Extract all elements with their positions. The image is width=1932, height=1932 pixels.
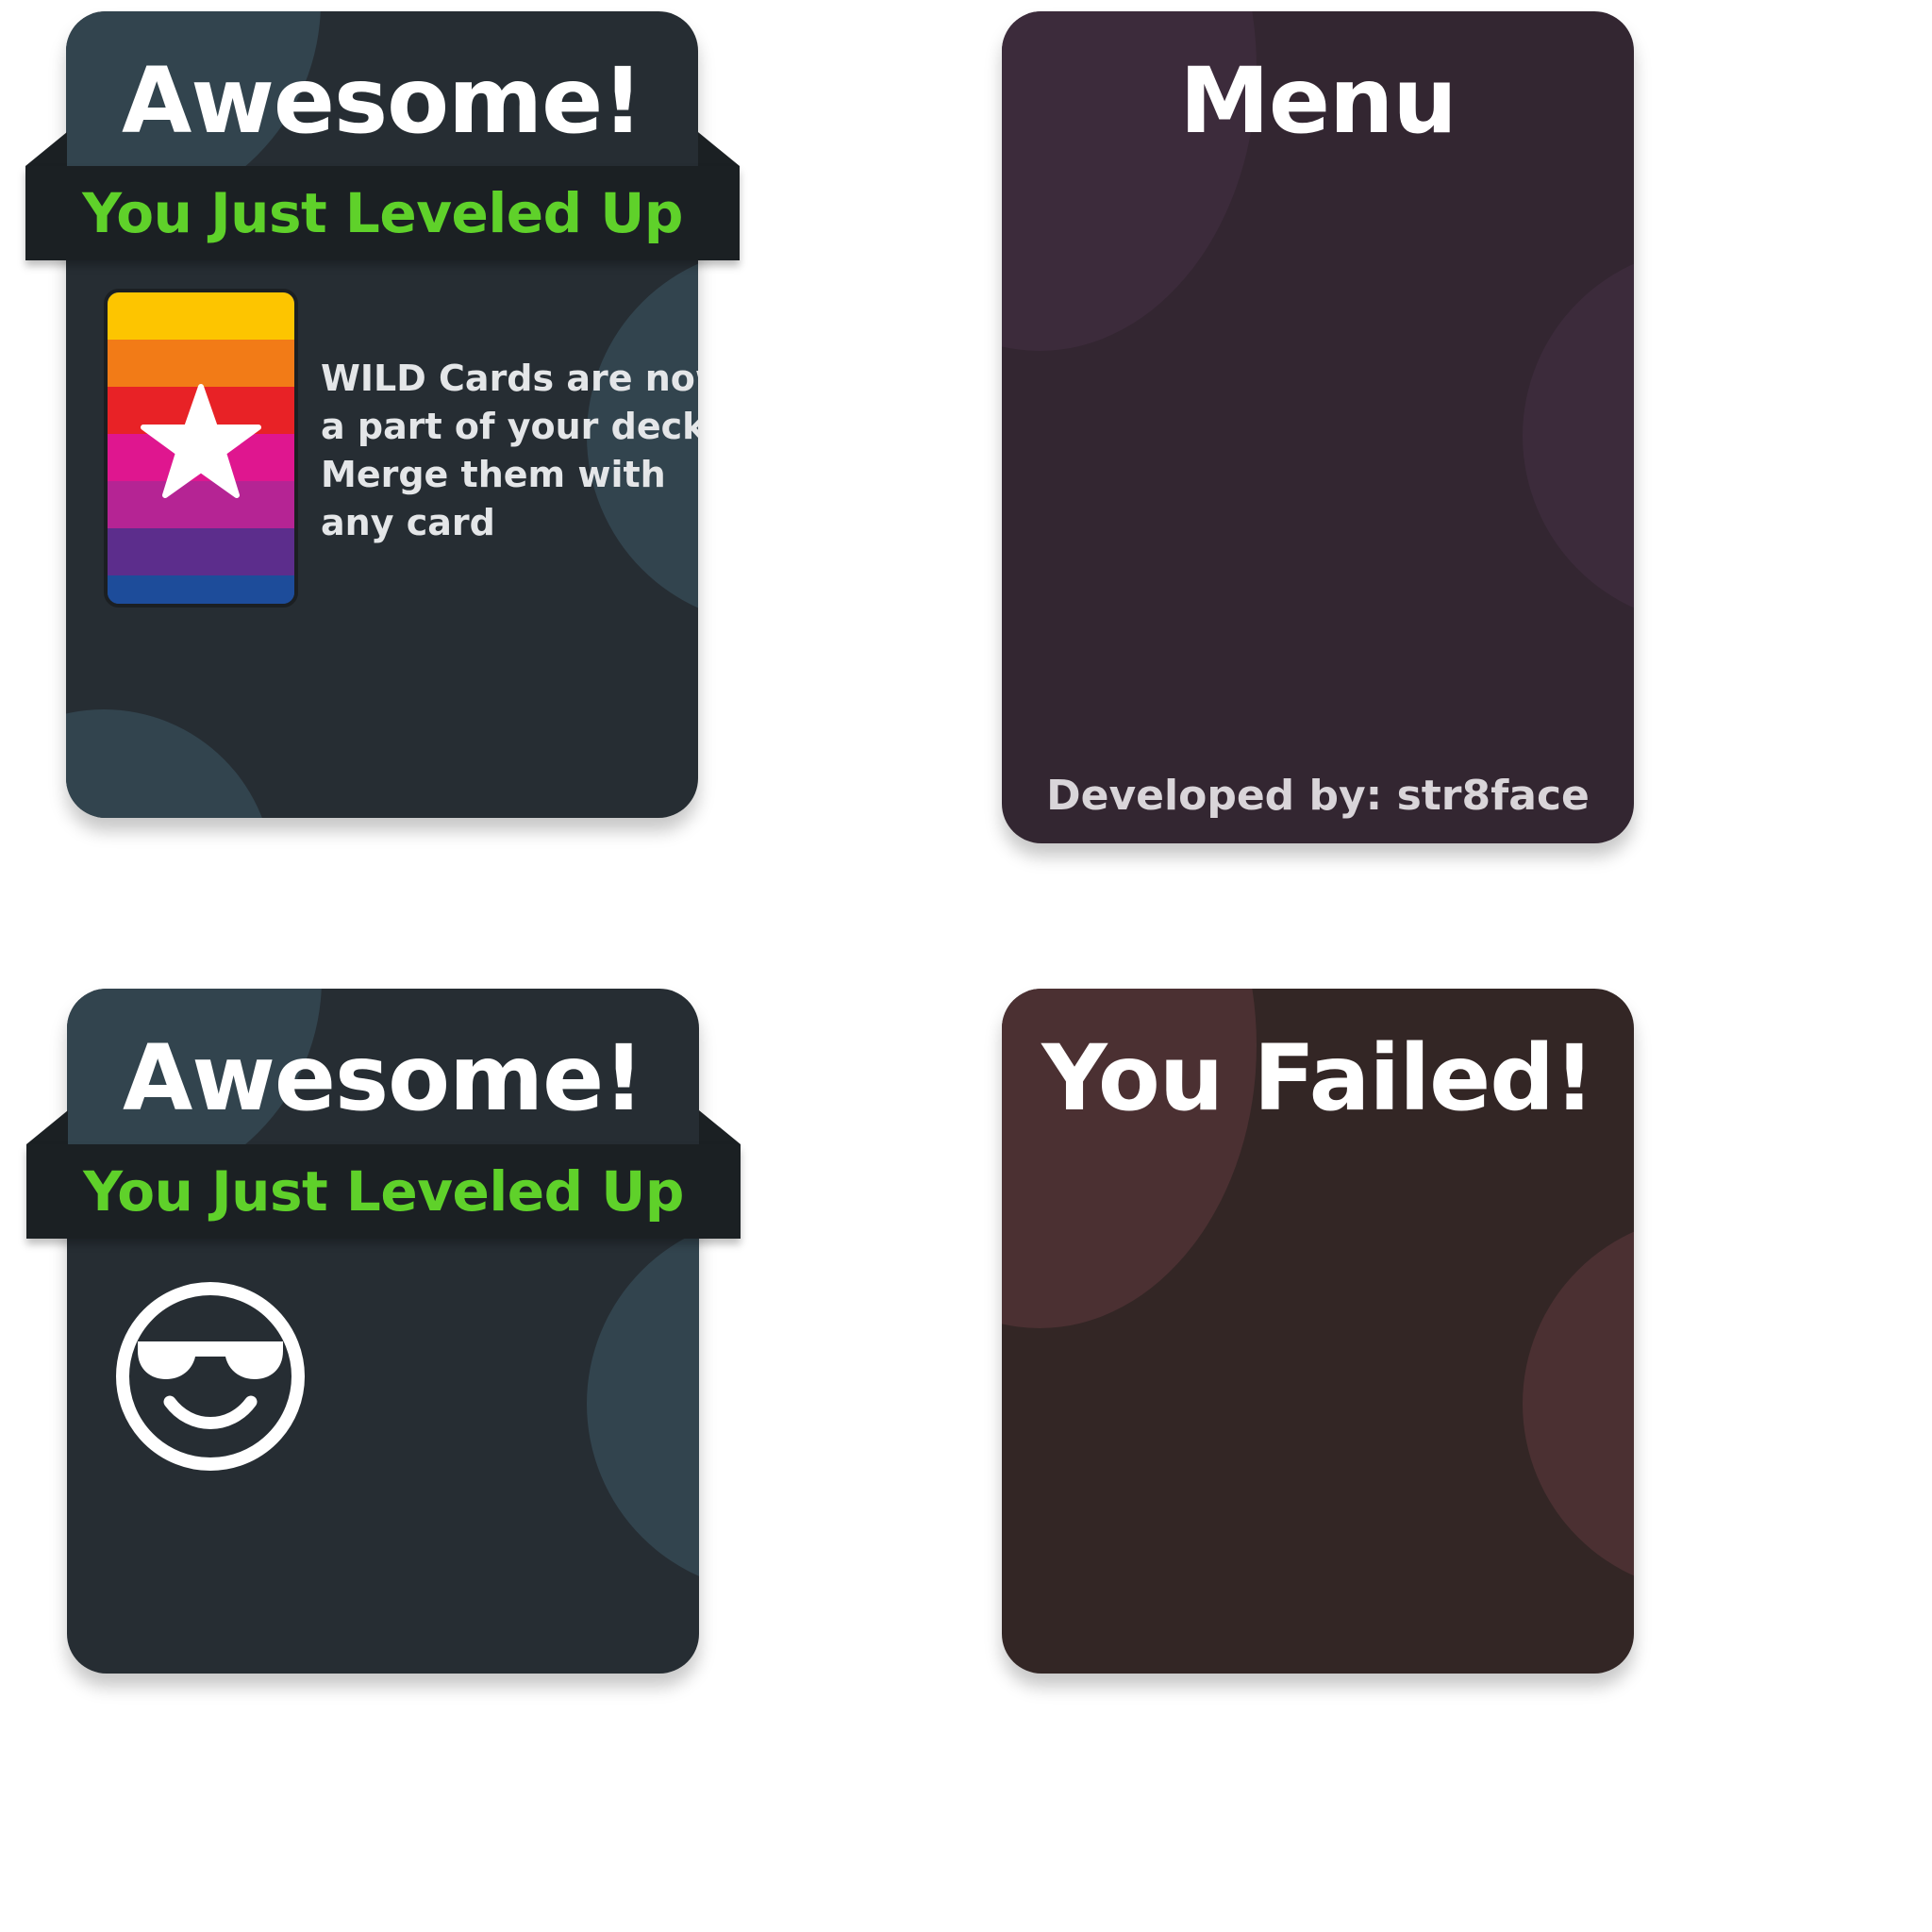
panel-title: Awesome! xyxy=(121,48,643,154)
ribbon-text: You Just Leveled Up xyxy=(83,1159,684,1224)
ribbon-text: You Just Leveled Up xyxy=(82,181,683,245)
menu-panel: Menu Developed by: str8face xyxy=(1002,11,1634,843)
wild-card[interactable] xyxy=(104,289,298,608)
decor-circle xyxy=(1523,247,1634,625)
wild-message: WILD Cards are now a part of your deck! … xyxy=(321,355,698,547)
sunglasses-smiley-icon xyxy=(116,1282,305,1471)
level-up-wild-panel: Awesome! WILD Cards are now a part of yo… xyxy=(66,11,698,818)
developer-credits: Developed by: str8face xyxy=(1046,772,1590,820)
wild-message-line: any card xyxy=(321,502,495,543)
wild-message-line: a part of your deck! xyxy=(321,406,698,447)
ribbon-fold-left xyxy=(26,1110,68,1144)
panel-title: Awesome! xyxy=(122,1025,644,1131)
ribbon-fold-left xyxy=(25,132,67,166)
menu-title: Menu xyxy=(1179,48,1457,154)
level-up-cool-panel: Awesome! xyxy=(67,989,699,1674)
decor-circle xyxy=(66,709,274,818)
star-icon xyxy=(141,384,261,498)
failed-panel: You Failed! xyxy=(1002,989,1634,1674)
level-up-ribbon: You Just Leveled Up xyxy=(26,1144,741,1239)
wild-message-line: WILD Cards are now xyxy=(321,358,698,399)
decor-circle xyxy=(1523,1215,1634,1592)
wild-message-line: Merge them with xyxy=(321,454,666,495)
decor-circle xyxy=(587,1215,699,1592)
failed-title: You Failed! xyxy=(1041,1025,1595,1131)
ribbon-fold-right xyxy=(699,1110,741,1144)
ribbon-fold-right xyxy=(698,132,740,166)
level-up-ribbon: You Just Leveled Up xyxy=(25,166,740,260)
